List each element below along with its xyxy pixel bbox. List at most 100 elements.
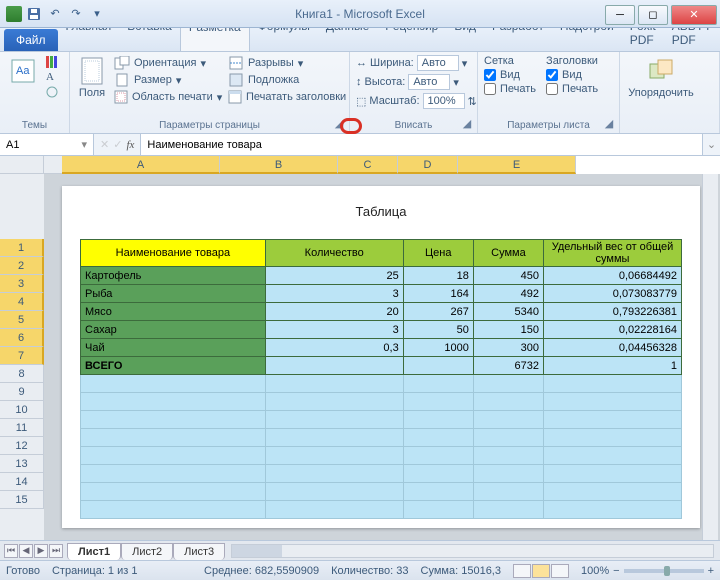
- page-layout-view-button[interactable]: [532, 564, 550, 578]
- row-header-11[interactable]: 11: [0, 419, 44, 437]
- name-box[interactable]: A1▾: [0, 134, 94, 155]
- empty-row[interactable]: [81, 375, 682, 393]
- headings-view-checkbox[interactable]: Вид: [546, 69, 598, 81]
- theme-colors-icon[interactable]: [44, 55, 62, 69]
- row-header-7[interactable]: 7: [0, 347, 44, 365]
- size-button[interactable]: Размер ▾: [112, 72, 222, 88]
- empty-row[interactable]: [81, 501, 682, 519]
- fx-icon[interactable]: fx: [126, 139, 134, 151]
- table-header[interactable]: Наименование товара: [81, 240, 266, 267]
- empty-row[interactable]: [81, 411, 682, 429]
- col-header-D[interactable]: D: [398, 156, 458, 174]
- table-row[interactable]: Сахар3501500,02228164: [81, 321, 682, 339]
- themes-button[interactable]: Aa: [6, 55, 40, 119]
- col-header-C[interactable]: C: [338, 156, 398, 174]
- file-tab[interactable]: Файл: [4, 29, 58, 51]
- quick-access-toolbar: ↶ ↷ ▾: [0, 5, 106, 23]
- sheet-tab-1[interactable]: Лист2: [121, 543, 173, 560]
- headings-print-checkbox[interactable]: Печать: [546, 83, 598, 95]
- row-header-13[interactable]: 13: [0, 455, 44, 473]
- first-sheet-icon[interactable]: ⏮: [4, 544, 18, 558]
- table-row[interactable]: Мясо2026753400,793226381: [81, 303, 682, 321]
- horizontal-scrollbar[interactable]: [231, 544, 714, 558]
- minimize-button[interactable]: ─: [605, 5, 635, 25]
- undo-icon[interactable]: ↶: [46, 5, 64, 23]
- cancel-formula-icon[interactable]: ✕: [100, 138, 109, 151]
- table-row[interactable]: Картофель25184500,06684492: [81, 267, 682, 285]
- expand-formula-bar-icon[interactable]: ⌄: [702, 134, 720, 155]
- print-titles-button[interactable]: Печатать заголовки: [226, 89, 346, 105]
- zoom-control: 100% − +: [581, 565, 714, 577]
- breaks-button[interactable]: Разрывы ▾: [226, 55, 346, 71]
- row-header-10[interactable]: 10: [0, 401, 44, 419]
- table-header[interactable]: Цена: [403, 240, 473, 267]
- table-total-row[interactable]: ВСЕГО67321: [81, 357, 682, 375]
- zoom-slider[interactable]: [624, 569, 704, 573]
- last-sheet-icon[interactable]: ⏭: [49, 544, 63, 558]
- enter-formula-icon[interactable]: ✓: [113, 138, 122, 151]
- sheet-options-dialog-launcher[interactable]: ◢: [602, 116, 616, 130]
- theme-fonts-icon[interactable]: A: [44, 70, 62, 84]
- vertical-scrollbar[interactable]: [702, 174, 718, 540]
- orientation-button[interactable]: Ориентация ▾: [112, 55, 222, 71]
- row-header-5[interactable]: 5: [0, 311, 44, 329]
- sheet-tab-0[interactable]: Лист1: [67, 543, 121, 560]
- gridlines-view-checkbox[interactable]: Вид: [484, 69, 536, 81]
- zoom-out-button[interactable]: −: [613, 565, 619, 577]
- table-row[interactable]: Рыба31644920,073083779: [81, 285, 682, 303]
- row-header-6[interactable]: 6: [0, 329, 44, 347]
- table-header[interactable]: Сумма: [473, 240, 543, 267]
- empty-row[interactable]: [81, 393, 682, 411]
- normal-view-button[interactable]: [513, 564, 531, 578]
- prev-sheet-icon[interactable]: ◀: [19, 544, 33, 558]
- status-page: Страница: 1 из 1: [52, 565, 138, 577]
- arrange-icon: [647, 57, 675, 85]
- row-header-1[interactable]: 1: [0, 239, 44, 257]
- print-area-button[interactable]: Область печати ▾: [112, 89, 222, 105]
- print-area-icon: [114, 90, 128, 104]
- height-selector[interactable]: ↕Высота:Авто▾: [356, 74, 477, 90]
- sheet-tab-2[interactable]: Лист3: [173, 543, 225, 560]
- empty-row[interactable]: [81, 429, 682, 447]
- maximize-button[interactable]: ◻: [638, 5, 668, 25]
- data-table[interactable]: Наименование товараКоличествоЦенаСуммаУд…: [80, 239, 682, 519]
- save-icon[interactable]: [25, 5, 43, 23]
- row-header-9[interactable]: 9: [0, 383, 44, 401]
- formula-bar[interactable]: Наименование товара: [140, 134, 702, 155]
- row-header-12[interactable]: 12: [0, 437, 44, 455]
- close-button[interactable]: ✕: [671, 5, 717, 25]
- width-selector[interactable]: ↔Ширина:Авто▾: [356, 55, 477, 71]
- zoom-in-button[interactable]: +: [708, 565, 714, 577]
- table-header[interactable]: Удельный вес от общей суммы: [543, 240, 681, 267]
- page[interactable]: Таблица Наименование товараКоличествоЦен…: [62, 186, 700, 528]
- empty-row[interactable]: [81, 483, 682, 501]
- row-header-4[interactable]: 4: [0, 293, 44, 311]
- qat-customize-icon[interactable]: ▾: [88, 5, 106, 23]
- row-header-14[interactable]: 14: [0, 473, 44, 491]
- row-header-8[interactable]: 8: [0, 365, 44, 383]
- background-button[interactable]: Подложка: [226, 72, 346, 88]
- table-row[interactable]: Чай0,310003000,04456328: [81, 339, 682, 357]
- select-all-corner[interactable]: [0, 156, 44, 174]
- page-break-view-button[interactable]: [551, 564, 569, 578]
- row-header-3[interactable]: 3: [0, 275, 44, 293]
- next-sheet-icon[interactable]: ▶: [34, 544, 48, 558]
- margins-button[interactable]: Поля: [76, 55, 108, 119]
- scale-selector[interactable]: ⬚Масштаб:100%⇅: [356, 93, 477, 109]
- empty-row[interactable]: [81, 447, 682, 465]
- fit-dialog-launcher[interactable]: ◢: [460, 116, 474, 130]
- row-header-15[interactable]: 15: [0, 491, 44, 509]
- chevron-down-icon[interactable]: ▾: [81, 138, 87, 151]
- zoom-level[interactable]: 100%: [581, 565, 609, 577]
- page-layout-canvas: Таблица Наименование товараКоличествоЦен…: [44, 174, 720, 540]
- col-header-E[interactable]: E: [458, 156, 576, 174]
- gridlines-print-checkbox[interactable]: Печать: [484, 83, 536, 95]
- empty-row[interactable]: [81, 465, 682, 483]
- theme-effects-icon[interactable]: [44, 85, 62, 99]
- arrange-button[interactable]: Упорядочить: [626, 55, 696, 119]
- redo-icon[interactable]: ↷: [67, 5, 85, 23]
- row-header-2[interactable]: 2: [0, 257, 44, 275]
- col-header-B[interactable]: B: [220, 156, 338, 174]
- table-header[interactable]: Количество: [265, 240, 403, 267]
- col-header-A[interactable]: A: [62, 156, 220, 174]
